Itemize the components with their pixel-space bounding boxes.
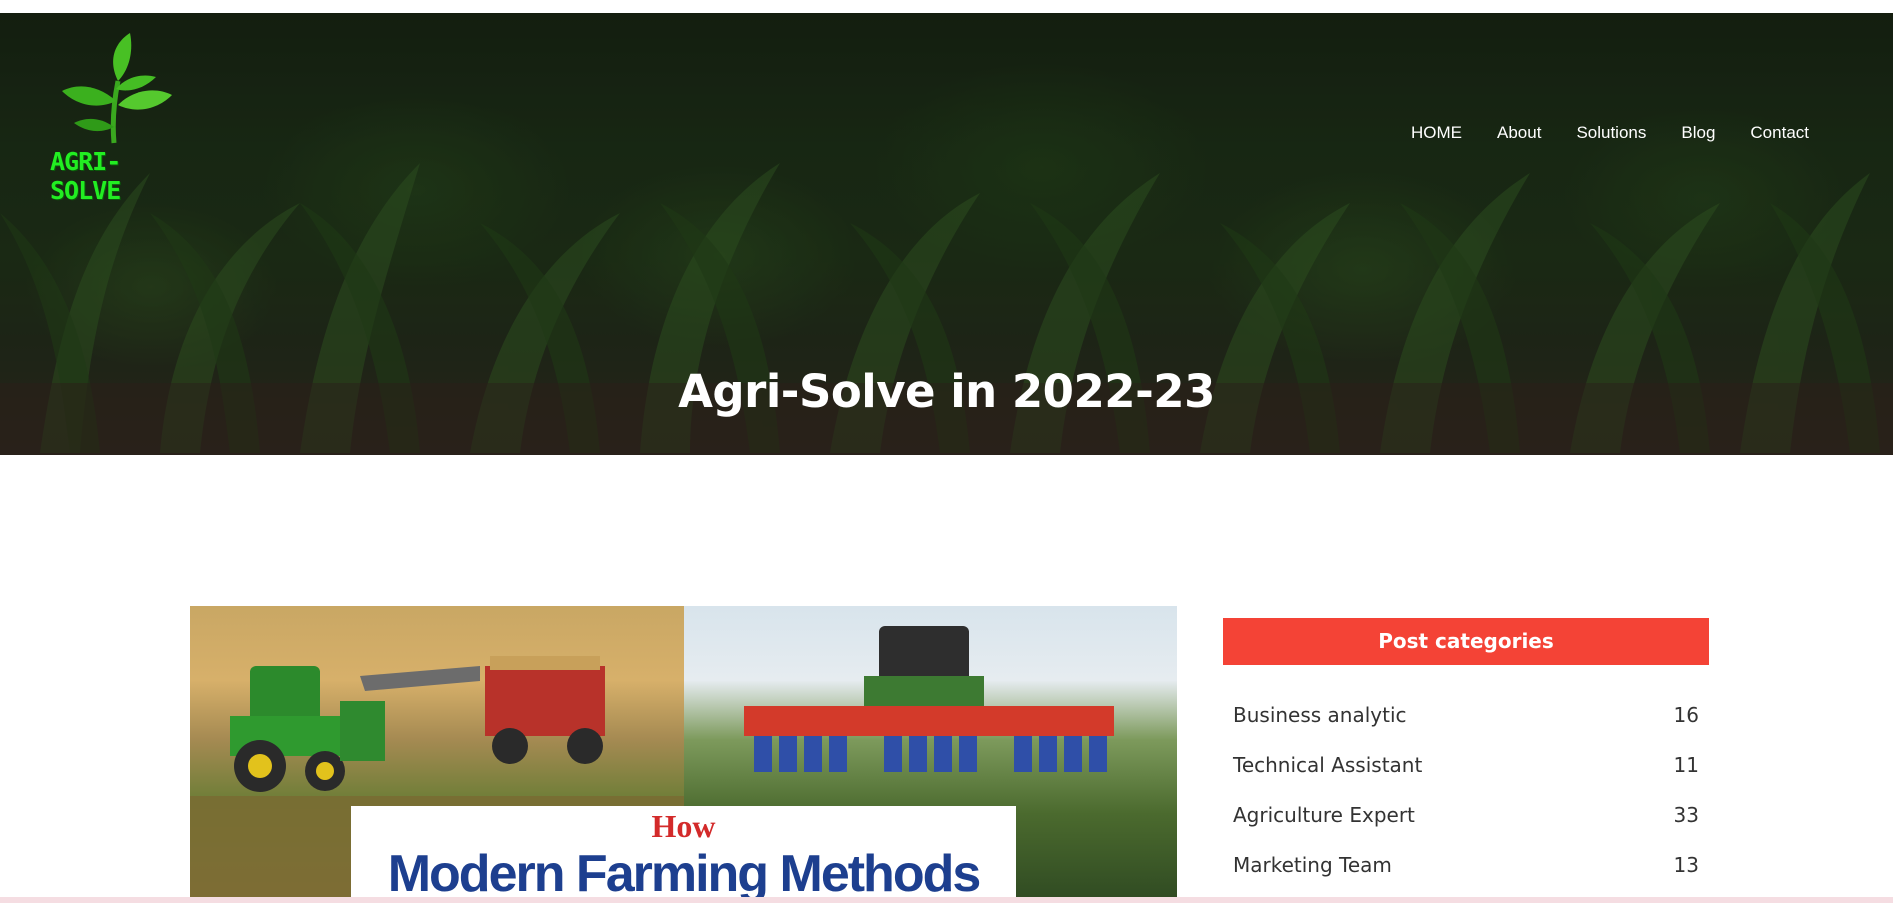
nav-solutions[interactable]: Solutions [1576,123,1646,143]
logo-text: AGRI-SOLVE [50,147,121,205]
category-count: 16 [1673,703,1699,727]
category-name: Technical Assistant [1233,753,1423,777]
main-nav: HOME About Solutions Blog Contact [1411,123,1809,143]
category-item[interactable]: Technical Assistant 11 [1223,740,1709,790]
category-name: Business analytic [1233,703,1407,727]
category-name: Agriculture Expert [1233,803,1415,827]
category-item[interactable]: Agriculture Expert 33 [1223,790,1709,840]
category-count: 33 [1673,803,1699,827]
image-caption-main: Modern Farming Methods [387,845,982,903]
post-categories-header: Post categories [1223,618,1709,665]
category-count: 13 [1673,853,1699,877]
site-logo[interactable]: AGRI-SOLVE [48,31,188,205]
bottom-strip [0,897,1893,903]
page-title: Agri-Solve in 2022-23 [678,365,1215,418]
hero-banner: AGRI-SOLVE HOME About Solutions Blog Con… [0,13,1893,455]
nav-contact[interactable]: Contact [1750,123,1809,143]
nav-about[interactable]: About [1497,123,1541,143]
nav-home[interactable]: HOME [1411,123,1462,143]
sprout-icon [62,33,172,144]
image-caption-how: How [651,808,716,844]
nav-blog[interactable]: Blog [1681,123,1715,143]
image-caption-box: How Modern Farming Methods [351,806,1016,903]
category-item[interactable]: Marketing Team 13 [1223,840,1709,890]
post-categories-widget: Post categories Business analytic 16 Tec… [1223,618,1709,890]
category-list: Business analytic 16 Technical Assistant… [1223,690,1709,890]
top-strip [0,0,1893,13]
category-count: 11 [1673,753,1699,777]
post-featured-image[interactable]: How Modern Farming Methods [190,606,1177,903]
category-item[interactable]: Business analytic 16 [1223,690,1709,740]
category-name: Marketing Team [1233,853,1392,877]
